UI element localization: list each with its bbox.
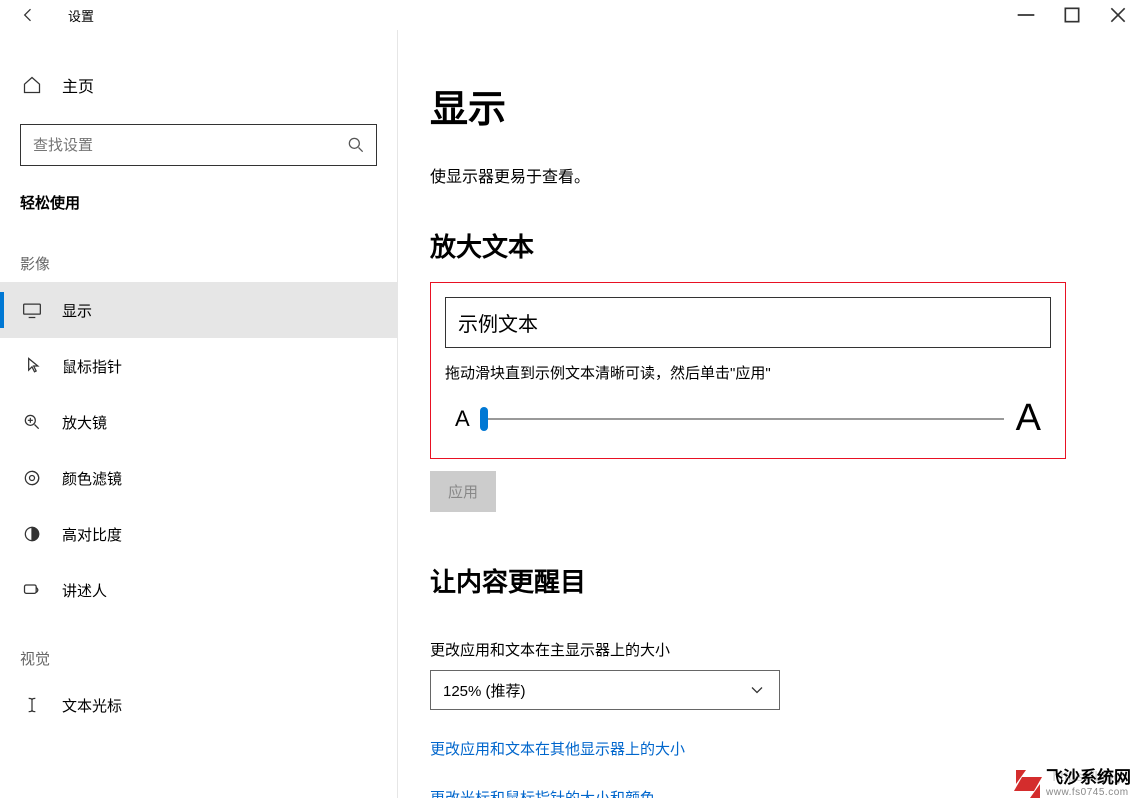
link-cursor-size[interactable]: 更改光标和鼠标指针的大小和颜色 [430,787,1066,798]
search-icon [336,135,376,155]
sidebar-group-label-0: 影像 [0,223,397,282]
sidebar-item-magnifier[interactable]: 放大镜 [0,394,397,450]
search-input[interactable] [21,125,336,165]
sidebar-item-colorfilter[interactable]: 颜色滤镜 [0,450,397,506]
sidebar-group-label-1: 视觉 [0,618,397,677]
scale-dropdown[interactable]: 125% (推荐) [430,670,780,710]
sidebar-item-label: 高对比度 [62,524,122,545]
scale-label: 更改应用和文本在主显示器上的大小 [430,639,1066,660]
apply-button[interactable]: 应用 [430,471,496,512]
maximize-icon [1062,5,1082,25]
colorfilter-icon [20,466,44,490]
chevron-down-icon [747,680,767,700]
sidebar-item-label: 放大镜 [62,412,107,433]
sidebar-search[interactable] [20,124,377,166]
narrator-icon [20,578,44,602]
minimize-button[interactable] [1003,0,1049,30]
section-textsize-heading: 放大文本 [430,227,1066,264]
brand-logo-icon [1014,770,1042,798]
highcontrast-icon [20,522,44,546]
brand-badge: 飞沙系统网 www.fs0745.com [1014,769,1131,798]
titlebar: 设置 [0,0,1141,30]
sidebar-search-wrap [0,110,397,166]
page-title: 显示 [430,78,1066,133]
textcursor-icon [20,693,44,717]
section-content-heading: 让内容更醒目 [430,562,1066,599]
sidebar-home[interactable]: 主页 [0,60,397,110]
slider-hint: 拖动滑块直到示例文本清晰可读，然后单击"应用" [445,362,1051,383]
sidebar-category: 轻松使用 [0,166,397,223]
sidebar-item-display[interactable]: 显示 [0,282,397,338]
sidebar-item-cursor[interactable]: 鼠标指针 [0,338,397,394]
sidebar-item-label: 讲述人 [62,580,107,601]
home-icon [20,73,44,97]
display-icon [20,298,44,322]
slider-big-a: A [1016,397,1041,440]
close-icon [1108,5,1128,25]
back-arrow-icon [18,5,38,25]
brand-name: 飞沙系统网 [1046,769,1131,786]
slider-thumb[interactable] [480,407,488,431]
back-button[interactable] [8,0,48,30]
sidebar-item-textcursor[interactable]: 文本光标 [0,677,397,733]
page-intro: 使显示器更易于查看。 [430,163,1066,187]
sidebar-home-label: 主页 [62,73,94,97]
close-button[interactable] [1095,0,1141,30]
textsize-slider-row: A A [445,397,1051,442]
textsize-slider[interactable] [480,407,1004,431]
sidebar-item-narrator[interactable]: 讲述人 [0,562,397,618]
maximize-button[interactable] [1049,0,1095,30]
sidebar: 主页 轻松使用 影像 显示 鼠标指针 [0,30,398,798]
sidebar-item-label: 显示 [62,300,92,321]
brand-url: www.fs0745.com [1046,788,1131,798]
sidebar-item-label: 鼠标指针 [62,356,122,377]
sidebar-item-highcontrast[interactable]: 高对比度 [0,506,397,562]
window-title: 设置 [68,6,94,25]
cursor-icon [20,354,44,378]
link-other-displays[interactable]: 更改应用和文本在其他显示器上的大小 [430,738,1066,759]
slider-small-a: A [455,406,470,432]
sample-text-box: 示例文本 [445,297,1051,348]
sidebar-item-label: 颜色滤镜 [62,468,122,489]
scale-value: 125% (推荐) [443,680,526,701]
minimize-icon [1016,5,1036,25]
sidebar-item-label: 文本光标 [62,695,122,716]
textsize-highlight-box: 示例文本 拖动滑块直到示例文本清晰可读，然后单击"应用" A A [430,282,1066,459]
magnifier-icon [20,410,44,434]
content-area: 显示 使显示器更易于查看。 放大文本 示例文本 拖动滑块直到示例文本清晰可读，然… [398,30,1141,798]
